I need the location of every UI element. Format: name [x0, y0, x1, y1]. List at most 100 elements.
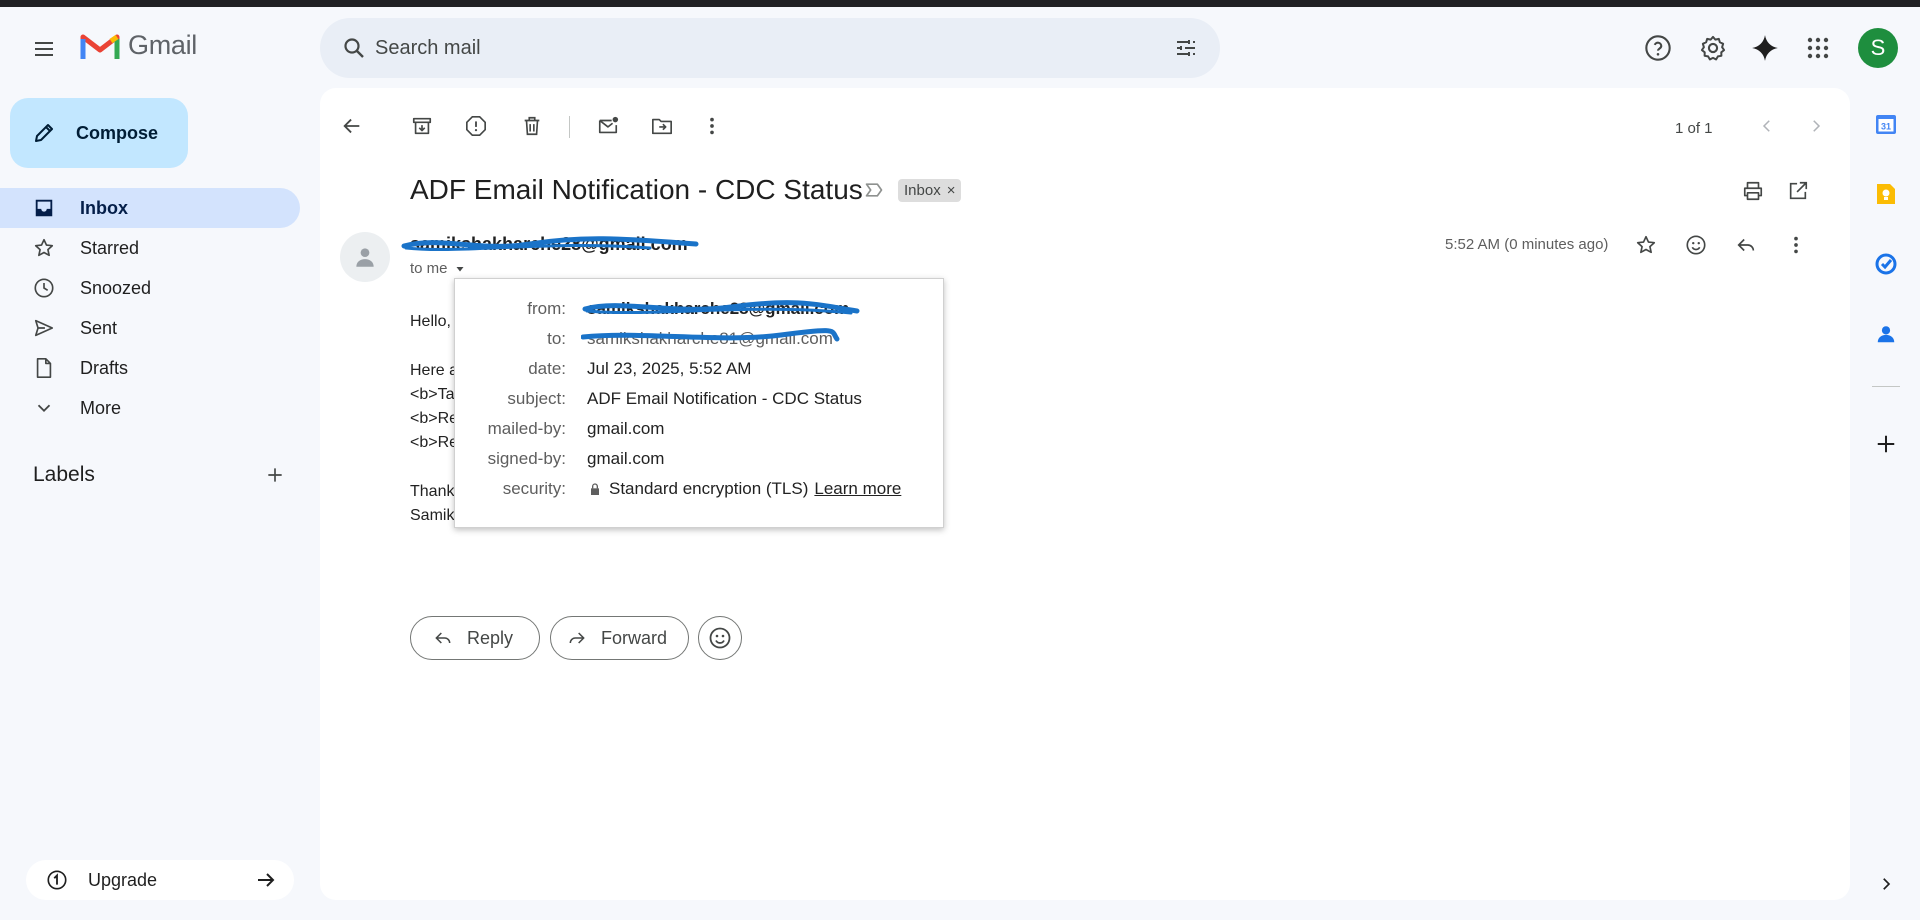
- compose-button[interactable]: Compose: [10, 98, 188, 168]
- more-options-button[interactable]: [692, 106, 732, 146]
- contacts-app-button[interactable]: [1866, 314, 1906, 354]
- get-addons-button[interactable]: [1866, 424, 1906, 464]
- remove-label-button[interactable]: ×: [947, 182, 956, 199]
- chevron-down-icon: [37, 404, 51, 413]
- reply-icon-button[interactable]: [1726, 225, 1766, 265]
- reply-icon: [435, 632, 451, 644]
- sidebar-nav: Inbox Starred Snoozed Sent Drafts More: [0, 188, 300, 428]
- back-button[interactable]: [332, 106, 372, 146]
- upgrade-button[interactable]: Upgrade: [26, 860, 294, 900]
- main-menu-button[interactable]: [24, 29, 64, 69]
- gemini-button[interactable]: [1744, 27, 1786, 69]
- to-me-text: to me: [410, 260, 448, 277]
- draft-icon: [36, 358, 52, 378]
- sender-email[interactable]: samikshakharche28@gmail.com: [410, 234, 688, 255]
- details-date-value: Jul 23, 2025, 5:52 AM: [587, 359, 752, 378]
- move-folder-icon: [652, 118, 672, 135]
- star-outline-icon: [1636, 235, 1656, 254]
- calendar-icon: 31: [1876, 115, 1896, 134]
- top-strip: [0, 0, 1920, 7]
- sidebar-item-inbox[interactable]: Inbox: [0, 188, 300, 228]
- pager-count: 1 of 1: [1675, 119, 1713, 137]
- sidebar-item-label: Sent: [80, 317, 118, 338]
- pencil-icon: [35, 124, 53, 142]
- importance-marker-icon[interactable]: [864, 180, 884, 200]
- emoji-icon: [709, 627, 731, 649]
- move-to-button[interactable]: [642, 106, 682, 146]
- search-options-button[interactable]: [1166, 28, 1206, 68]
- tasks-app-button[interactable]: [1866, 244, 1906, 284]
- inbox-icon: [35, 199, 53, 217]
- report-spam-button[interactable]: [456, 106, 496, 146]
- details-key: mailed-by:: [487, 419, 566, 438]
- gmail-logo[interactable]: Gmail: [80, 30, 197, 61]
- settings-button[interactable]: [1692, 27, 1734, 69]
- details-mailed-by-value: gmail.com: [587, 419, 665, 438]
- message-time: 5:52 AM (0 minutes ago): [1445, 236, 1609, 253]
- delete-button[interactable]: [512, 106, 552, 146]
- forward-button[interactable]: Forward: [550, 616, 689, 660]
- chevron-right-icon: [1813, 120, 1821, 132]
- person-icon: [356, 248, 374, 267]
- search-input[interactable]: [375, 33, 1155, 63]
- message-more-button[interactable]: [1776, 225, 1816, 265]
- details-key: subject:: [507, 389, 566, 408]
- plus-icon: [1877, 435, 1895, 453]
- labels-title: Labels: [33, 463, 95, 486]
- keep-app-button[interactable]: [1866, 174, 1906, 214]
- toolbar-divider: [569, 116, 570, 138]
- tune-icon: [1177, 40, 1195, 56]
- details-from-value: samikshakharche28@gmail.com: [587, 299, 850, 318]
- details-security-value: Standard encryption (TLS) Learn more: [587, 479, 901, 499]
- star-message-button[interactable]: [1626, 225, 1666, 265]
- archive-button[interactable]: [402, 106, 442, 146]
- recipient-summary[interactable]: to me: [410, 260, 466, 277]
- account-avatar[interactable]: S: [1858, 28, 1898, 68]
- labels-header: Labels: [33, 460, 291, 490]
- chevron-left-icon: [1762, 120, 1770, 132]
- show-side-panel-button[interactable]: [1866, 864, 1906, 904]
- apps-button[interactable]: [1797, 27, 1839, 69]
- arrow-left-icon: [343, 118, 360, 134]
- message-subject: ADF Email Notification - CDC Status: [410, 174, 863, 205]
- create-label-button[interactable]: [259, 459, 291, 491]
- sidebar-item-label: Snoozed: [80, 277, 152, 298]
- body-signoff: Samik: [410, 507, 455, 524]
- emoji-icon: [1686, 235, 1706, 255]
- search-bar[interactable]: [320, 18, 1220, 78]
- sparkle-icon: [1752, 35, 1778, 61]
- hamburger-icon: [35, 42, 53, 56]
- compose-label: Compose: [76, 122, 159, 143]
- add-reaction-button[interactable]: [1676, 225, 1716, 265]
- details-key: to:: [547, 329, 566, 348]
- mark-unread-button[interactable]: [588, 106, 628, 146]
- learn-more-link[interactable]: Learn more: [814, 479, 901, 499]
- calendar-app-button[interactable]: 31: [1866, 104, 1906, 144]
- open-new-window-button[interactable]: [1778, 171, 1818, 211]
- send-icon: [34, 319, 54, 337]
- gear-icon: [1700, 35, 1726, 61]
- details-signed-by-row: signed-by: gmail.com: [455, 449, 943, 473]
- sidebar-item-starred[interactable]: Starred: [0, 228, 300, 268]
- print-all-button[interactable]: [1733, 171, 1773, 211]
- mark-unread-icon: [598, 116, 619, 134]
- search-icon: [344, 38, 364, 58]
- message-pane: 1 of 1 ADF Email Notification - CDC Stat…: [320, 88, 1850, 900]
- spam-icon: [466, 116, 486, 136]
- emoji-reaction-button[interactable]: [698, 616, 742, 660]
- body-thanks: Thank: [410, 483, 455, 500]
- sidebar-item-snoozed[interactable]: Snoozed: [0, 268, 300, 308]
- label-chip-text: Inbox: [904, 182, 941, 199]
- sidebar-item-more[interactable]: More: [0, 388, 300, 428]
- details-from-row: from: samikshakharche28@gmail.com: [455, 299, 943, 323]
- upgrade-icon: [47, 870, 67, 890]
- message-details-popup: from: samikshakharche28@gmail.com to: sa…: [454, 278, 944, 528]
- search-button[interactable]: [334, 28, 374, 68]
- sidebar-item-sent[interactable]: Sent: [0, 308, 300, 348]
- support-button[interactable]: [1637, 27, 1679, 69]
- reply-button[interactable]: Reply: [410, 616, 540, 660]
- label-chip-inbox: Inbox ×: [898, 179, 962, 202]
- sidebar-item-drafts[interactable]: Drafts: [0, 348, 300, 388]
- older-button[interactable]: [1796, 106, 1836, 146]
- newer-button[interactable]: [1747, 106, 1787, 146]
